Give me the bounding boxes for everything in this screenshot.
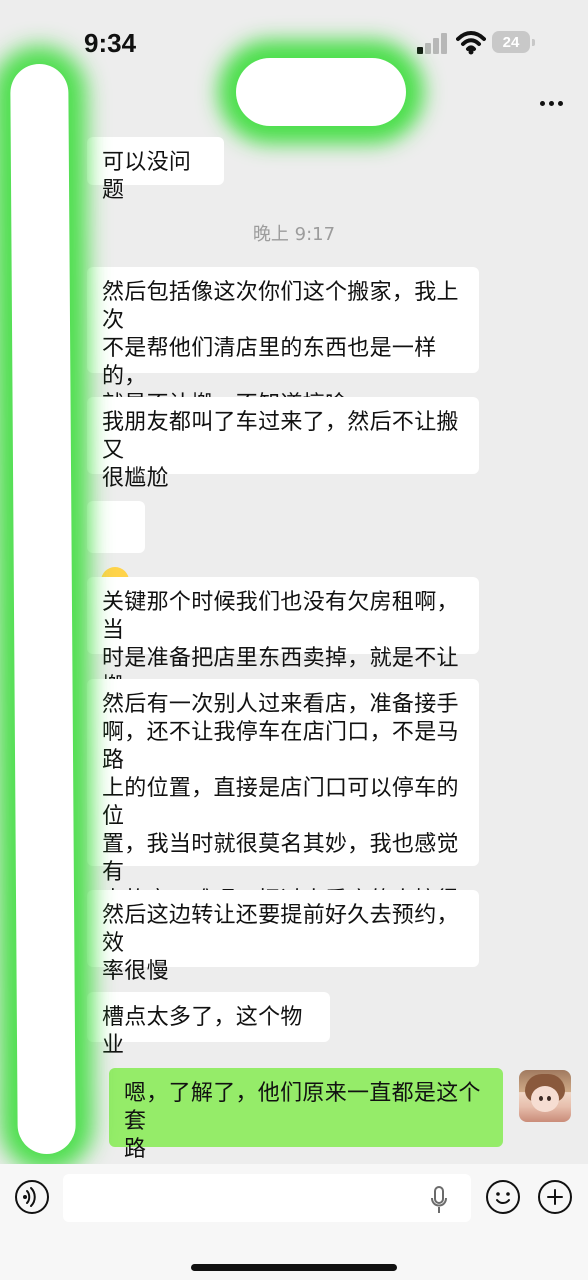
voice-icon xyxy=(23,1187,36,1207)
redacted-contact-name xyxy=(236,58,406,126)
incoming-emoji-bubble[interactable] xyxy=(87,501,145,595)
home-indicator xyxy=(191,1264,397,1271)
wifi-icon xyxy=(456,31,486,55)
incoming-message-bubble[interactable]: 然后有一次别人过来看店，准备接手 啊，还不让我停车在店门口，不是马路 上的位置，… xyxy=(87,679,479,969)
redacted-sender-avatars xyxy=(10,63,76,1155)
incoming-message-bubble[interactable]: 关键那个时候我们也没有欠房租啊，当 时是准备把店里东西卖掉，就是不让搬 xyxy=(87,577,479,699)
status-time: 9:34 xyxy=(84,28,137,58)
incoming-message-bubble[interactable]: 然后包括像这次你们这个搬家，我上次 不是帮他们清店里的东西也是一样的， 就是不让… xyxy=(87,267,479,417)
incoming-message-bubble[interactable]: 槽点太多了，这个物业 xyxy=(87,992,330,1058)
signal-icon xyxy=(417,32,449,54)
incoming-message-bubble[interactable]: 然后这边转让还要提前好久去预约，效 率很慢 xyxy=(87,890,479,984)
message-input-bar xyxy=(0,1164,588,1280)
avatar-face xyxy=(531,1086,559,1112)
more-dot-icon xyxy=(548,100,554,106)
outgoing-message-bubble[interactable]: 嗯，了解了，他们原来一直都是这个套 路 xyxy=(109,1068,503,1162)
chat-message-list[interactable]: 可以没问题 晚上 9:17 然后包括像这次你们这个搬家，我上次 不是帮他们清店里… xyxy=(0,124,588,1164)
more-dot-icon xyxy=(539,100,545,106)
more-button[interactable] xyxy=(538,88,564,118)
battery-indicator: 24 xyxy=(492,31,535,53)
emoji-button[interactable] xyxy=(486,1180,520,1214)
voice-button[interactable] xyxy=(15,1180,49,1214)
message-timestamp: 晚上 9:17 xyxy=(252,224,336,245)
emoji-icon xyxy=(496,1192,510,1204)
mic-icon[interactable] xyxy=(430,1186,448,1214)
user-avatar[interactable] xyxy=(519,1070,571,1122)
more-dot-icon xyxy=(557,100,563,106)
plus-button[interactable] xyxy=(538,1180,572,1214)
plus-icon xyxy=(547,1189,563,1205)
avatar-eye-icon xyxy=(539,1096,543,1101)
incoming-message-bubble[interactable]: 我朋友都叫了车过来了，然后不让搬又 很尴尬 xyxy=(87,397,479,491)
avatar-eye-icon xyxy=(547,1096,551,1101)
message-text-input[interactable] xyxy=(63,1174,471,1222)
incoming-message-bubble[interactable]: 可以没问题 xyxy=(87,137,224,203)
